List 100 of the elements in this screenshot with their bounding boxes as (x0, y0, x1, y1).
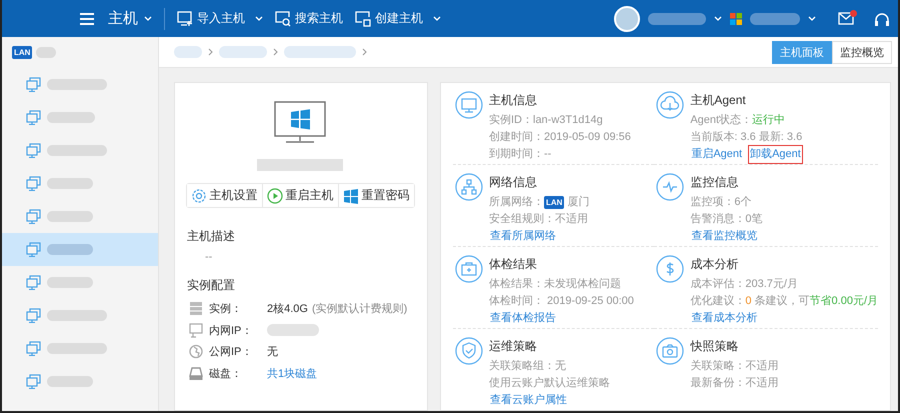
blurred-text (47, 112, 95, 123)
windows-logo-icon (342, 188, 358, 204)
field-label: 内网IP： (209, 324, 254, 338)
chevron-icon (362, 48, 367, 56)
info-text: 告警消息：0笔 (690, 212, 762, 227)
caret-icon[interactable] (144, 15, 152, 22)
action-button[interactable]: 主机设置 (186, 184, 262, 207)
link[interactable]: 查看所属网络 (489, 228, 557, 245)
caret-icon[interactable] (714, 15, 722, 22)
windows-monitor-drawing (274, 101, 326, 145)
link[interactable]: 重启Agent (690, 146, 744, 163)
server-icon (189, 301, 203, 316)
monitors-icon (26, 341, 41, 356)
blurred-text (47, 343, 107, 354)
field-label: 实例： (209, 302, 243, 316)
monitors-icon (26, 275, 41, 290)
four-squares-icon[interactable] (730, 12, 742, 24)
blurred-text (219, 46, 267, 58)
info-text: 体检时间： 2019-09-25 00:00 (489, 294, 634, 309)
section-title: 成本分析 (690, 256, 740, 273)
link[interactable]: 卸载Agent (749, 146, 802, 163)
network-badge: LAN (12, 46, 32, 58)
blurred-text (36, 46, 56, 58)
camera-icon (656, 337, 684, 365)
field-label: 磁盘： (209, 366, 243, 381)
blurred-text (267, 324, 319, 336)
link[interactable]: 查看成本分析 (690, 310, 758, 327)
field-value: 2核4.0G (267, 302, 308, 316)
description-text: -- (204, 251, 214, 263)
field-value: 无 (267, 345, 278, 360)
shield-icon (455, 337, 483, 365)
section-title: 快照策略 (690, 338, 740, 355)
info-text: 最新备份：不适用 (690, 376, 778, 391)
dollar-icon (656, 255, 684, 283)
info-text: 优化建议：0 条建议，可节省0.00元/月 (690, 294, 878, 309)
disk-drive-icon (189, 366, 203, 381)
blurred-text (284, 46, 356, 58)
field-label: 公网IP： (209, 345, 254, 360)
link[interactable]: 查看体检报告 (489, 310, 557, 327)
blurred-text (47, 178, 93, 189)
blurred-text (648, 12, 706, 24)
info-text: 使用云账户默认运维策略 (489, 376, 610, 391)
blurred-text (750, 12, 800, 24)
section-title: 主机描述 (187, 228, 236, 245)
search-icon (275, 10, 291, 26)
play-icon (266, 188, 282, 204)
chevron-icon (273, 48, 278, 56)
section-title: 主机信息 (489, 92, 538, 109)
monitors-icon (26, 374, 41, 389)
section-title: 实例配置 (187, 277, 236, 294)
menu-icon[interactable] (80, 12, 94, 24)
monitor-square-icon (355, 10, 371, 26)
monitor-plug-icon (189, 322, 203, 338)
blurred-text (47, 244, 93, 255)
blurred-text (47, 145, 107, 156)
blurred-text (174, 46, 202, 58)
info-text: 到期时间：-- (489, 147, 552, 162)
section-title: 运维策略 (489, 338, 538, 355)
link[interactable]: 查看云账户属性 (489, 392, 568, 409)
disk-link[interactable]: 共1块磁盘 (267, 366, 318, 381)
nav-menu-item[interactable]: 导入主机 (177, 10, 263, 27)
notification-dot (850, 10, 857, 17)
blurred-text (47, 277, 93, 288)
monitors-icon (26, 110, 41, 125)
section-title: 主机Agent (690, 92, 747, 109)
globe-icon (189, 344, 203, 360)
info-text: 厦门 (567, 194, 590, 210)
network-icon (455, 173, 483, 201)
monitor-icon (455, 91, 483, 119)
info-text: 实例ID：lan-w3T1d14g (489, 112, 603, 128)
view-tab[interactable]: 主机面板 (772, 40, 832, 64)
monitors-icon (26, 242, 41, 257)
billing-note: (实例默认计费规则) (312, 302, 408, 316)
info-text: 体检结果：未发现体检问题 (489, 277, 621, 292)
section-title: 监控信息 (690, 174, 740, 191)
nav-menu-item[interactable]: 创建主机 (355, 10, 441, 27)
host-list-item[interactable] (2, 233, 158, 266)
monitors-icon (26, 308, 41, 323)
section-title: 体检结果 (489, 256, 538, 273)
blurred-text (47, 376, 93, 387)
blurred-text (47, 211, 93, 222)
cloud-icon (656, 91, 684, 119)
pulse-icon (656, 173, 684, 201)
headset-icon[interactable] (874, 12, 890, 26)
medical-bag-icon (455, 255, 483, 283)
chevron-icon (208, 48, 213, 56)
info-text: Agent状态：运行中 (690, 112, 786, 128)
mail-icon[interactable] (838, 12, 854, 25)
monitor-plus-icon (177, 10, 193, 26)
nav-menu-item[interactable]: 搜索主机 (275, 10, 343, 27)
avatar[interactable] (614, 6, 640, 32)
view-tab[interactable]: 监控概览 (832, 40, 892, 64)
info-text: 监控项：6个 (690, 195, 752, 210)
monitors-icon (26, 143, 41, 158)
monitors-icon (26, 176, 41, 191)
caret-icon[interactable] (808, 15, 816, 22)
link[interactable]: 查看监控概览 (690, 228, 758, 245)
info-text: 关联策略：不适用 (690, 358, 778, 374)
info-text: 创建时间：2019-05-09 09:56 (489, 130, 631, 145)
info-text: 当前版本: 3.6 最新: 3.6 (690, 130, 802, 145)
